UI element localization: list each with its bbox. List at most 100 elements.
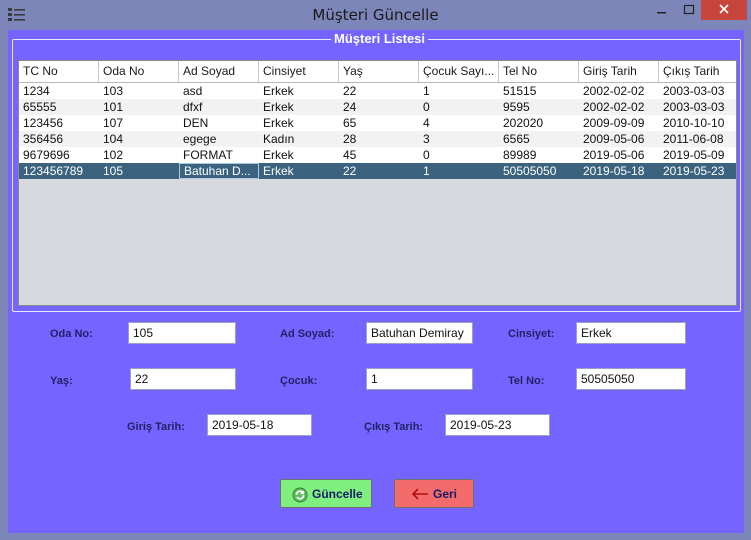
cocuk-field[interactable]: 1	[366, 368, 473, 390]
oda-no-label: Oda No:	[50, 328, 93, 340]
cocuk-label: Çocuk:	[280, 375, 318, 387]
ad-soyad-field[interactable]: Batuhan Demiray	[366, 322, 473, 344]
cinsiyet-field[interactable]: Erkek	[576, 322, 686, 344]
cikis-tarih-field[interactable]: 2019-05-23	[445, 414, 550, 436]
refresh-icon	[292, 487, 308, 503]
customer-table[interactable]: TC No Oda No Ad Soyad Cinsiyet Yaş Çocuk…	[18, 60, 737, 306]
table-cell: 102	[103, 148, 124, 162]
column-header-cikis-tarih[interactable]: Çıkış Tarih	[659, 61, 736, 82]
table-cell: Kadın	[263, 132, 295, 146]
table-cell: 107	[103, 116, 124, 130]
table-cell: 2003-03-03	[663, 100, 725, 114]
app-window: Müşteri Güncelle Müşteri Listesi TC No O…	[0, 0, 751, 540]
table-row[interactable]: 356456 104 egege Kadın 28 3 6565 2009-05…	[19, 131, 736, 147]
table-cell: 22	[343, 84, 357, 98]
column-header-oda-no[interactable]: Oda No	[99, 61, 179, 82]
table-cell: 4	[423, 116, 430, 130]
title-bar[interactable]: Müşteri Güncelle	[0, 0, 751, 30]
table-cell: 9595	[503, 100, 530, 114]
table-cell: 101	[103, 100, 124, 114]
guncelle-button-label: Güncelle	[312, 487, 363, 501]
table-cell: 103	[103, 84, 124, 98]
table-cell: 105	[103, 164, 124, 178]
close-button[interactable]	[701, 0, 747, 20]
table-cell: 6565	[503, 132, 530, 146]
table-cell: egege	[183, 132, 217, 146]
geri-button[interactable]: Geri	[394, 479, 474, 508]
table-cell: 0	[423, 148, 430, 162]
table-cell: 2010-10-10	[663, 116, 725, 130]
back-arrow-icon	[411, 488, 428, 500]
table-cell: 1	[423, 84, 430, 98]
table-cell: dfxf	[183, 100, 203, 114]
table-cell: 65	[343, 116, 357, 130]
tel-no-field[interactable]: 50505050	[576, 368, 686, 390]
table-cell: Erkek	[263, 148, 294, 162]
table-cell: 2019-05-18	[583, 164, 645, 178]
tel-no-label: Tel No:	[508, 375, 545, 387]
table-row[interactable]: 123456 107 DEN Erkek 65 4 202020 2009-09…	[19, 115, 736, 131]
table-cell: Erkek	[263, 84, 294, 98]
geri-button-label: Geri	[433, 487, 458, 501]
table-header: TC No Oda No Ad Soyad Cinsiyet Yaş Çocuk…	[19, 61, 736, 83]
table-cell: 0	[423, 100, 430, 114]
maximize-button[interactable]	[675, 0, 703, 20]
table-cell: 356456	[23, 132, 64, 146]
table-cell: 3	[423, 132, 430, 146]
column-header-tc-no[interactable]: TC No	[19, 61, 99, 82]
table-cell: 65555	[23, 100, 57, 114]
table-cell: 202020	[503, 116, 544, 130]
giris-tarih-field[interactable]: 2019-05-18	[207, 414, 312, 436]
table-row-selected[interactable]: 123456789 105 Batuhan D... Erkek 22 1 50…	[19, 163, 736, 179]
table-row[interactable]: 65555 101 dfxf Erkek 24 0 9595 2002-02-0…	[19, 99, 736, 115]
guncelle-button[interactable]: Güncelle	[280, 479, 372, 508]
group-title: Müşteri Listesi	[331, 31, 429, 46]
yas-field[interactable]: 22	[130, 368, 236, 390]
minimize-icon	[657, 12, 666, 14]
table-cell: Erkek	[263, 164, 294, 178]
table-cell: DEN	[183, 116, 209, 130]
table-cell: 2009-05-06	[583, 132, 645, 146]
column-header-ad-soyad[interactable]: Ad Soyad	[179, 61, 259, 82]
window-title: Müşteri Güncelle	[312, 6, 439, 24]
table-cell: 9679696	[23, 148, 70, 162]
table-cell: 2002-02-02	[583, 84, 645, 98]
table-row[interactable]: 9679696 102 FORMAT Erkek 45 0 89989 2019…	[19, 147, 736, 163]
yas-label: Yaş:	[50, 375, 73, 387]
table-cell: 89989	[503, 148, 537, 162]
table-cell: 24	[343, 100, 357, 114]
table-cell: 104	[103, 132, 124, 146]
oda-no-field[interactable]: 105	[128, 322, 236, 344]
table-cell: 2019-05-23	[663, 164, 725, 178]
table-row[interactable]: 1234 103 asd Erkek 22 1 51515 2002-02-02…	[19, 83, 736, 99]
column-header-giris-tarih[interactable]: Giriş Tarih	[579, 61, 659, 82]
table-cell: 2011-06-08	[663, 132, 724, 146]
column-header-cocuk-sayisi[interactable]: Çocuk Sayı...	[419, 61, 499, 82]
column-header-tel-no[interactable]: Tel No	[499, 61, 579, 82]
table-cell: 2019-05-06	[583, 148, 645, 162]
table-cell: 1234	[23, 84, 50, 98]
table-cell: asd	[183, 84, 203, 98]
table-cell: 2009-09-09	[583, 116, 645, 130]
column-header-yas[interactable]: Yaş	[339, 61, 419, 82]
table-cell: 123456789	[23, 164, 84, 178]
table-cell: 2019-05-09	[663, 148, 725, 162]
content-panel: Müşteri Listesi TC No Oda No Ad Soyad Ci…	[8, 30, 744, 533]
maximize-icon	[683, 4, 695, 15]
table-cell: Erkek	[263, 100, 294, 114]
table-cell: FORMAT	[183, 148, 233, 162]
table-cell: 45	[343, 148, 357, 162]
table-cell: 22	[343, 164, 357, 178]
ad-soyad-label: Ad Soyad:	[280, 328, 335, 340]
table-cell: 2003-03-03	[663, 84, 725, 98]
cikis-tarih-label: Çıkış Tarih:	[364, 421, 424, 433]
table-cell: 51515	[503, 84, 537, 98]
cinsiyet-label: Cinsiyet:	[508, 328, 555, 340]
table-cell-focused: Batuhan D...	[179, 163, 259, 179]
table-cell: 28	[343, 132, 357, 146]
table-cell: 1	[423, 164, 430, 178]
minimize-button[interactable]	[647, 0, 675, 20]
customer-list-group: Müşteri Listesi TC No Oda No Ad Soyad Ci…	[12, 31, 741, 312]
column-header-cinsiyet[interactable]: Cinsiyet	[259, 61, 339, 82]
close-icon	[719, 4, 729, 14]
